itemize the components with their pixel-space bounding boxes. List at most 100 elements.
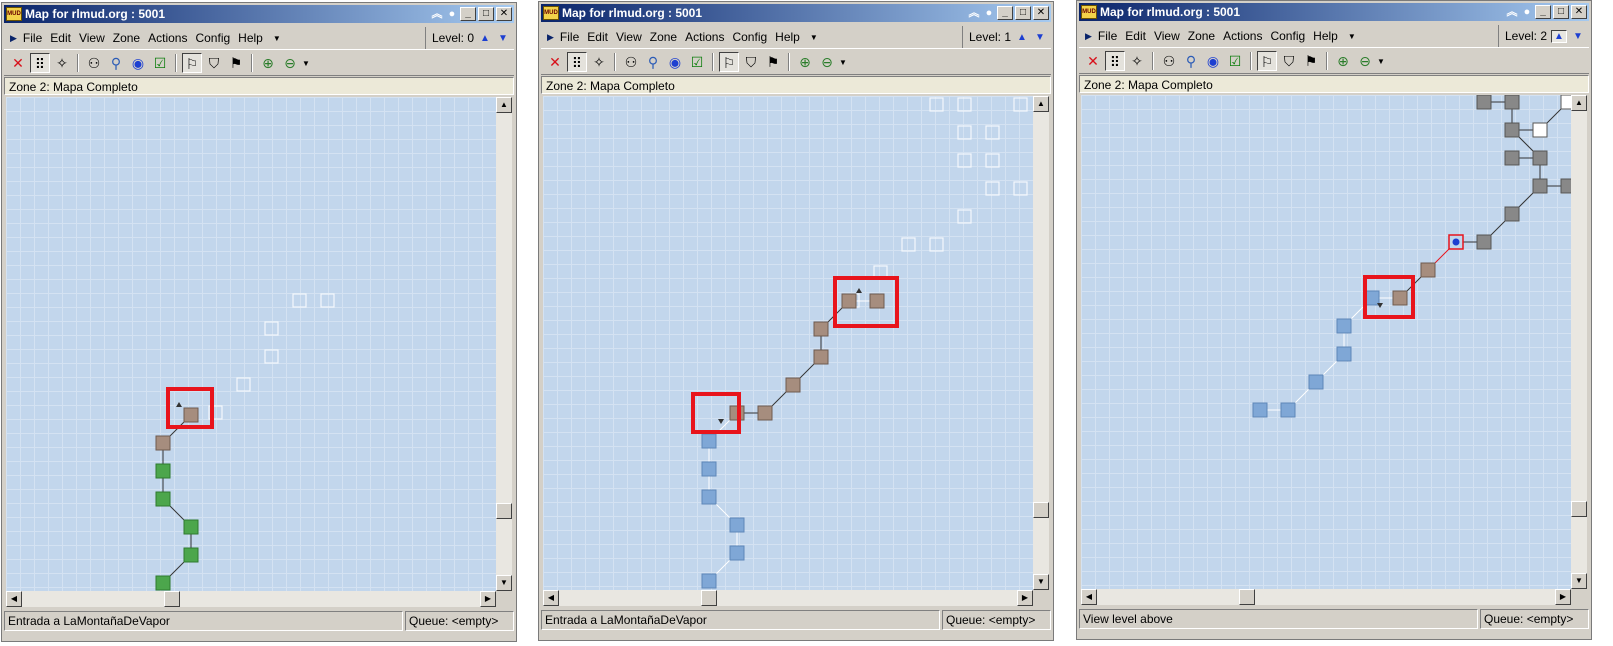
scroll-left-button[interactable]: ◀	[6, 591, 22, 607]
menu-config[interactable]: Config	[1270, 29, 1305, 43]
rollup-icon[interactable]: ︽	[1505, 5, 1519, 19]
menu-help[interactable]: Help	[238, 31, 263, 45]
zoom-chevron-down-icon[interactable]: ▼	[302, 59, 310, 68]
auto-map-icon[interactable]: ⠿	[1105, 51, 1125, 71]
zoom-out-icon[interactable]: ⊖	[280, 53, 300, 73]
level-down-icon[interactable]: ▼	[496, 33, 510, 44]
magic-wand-icon[interactable]: ✧	[52, 53, 72, 73]
horizontal-scrollbar[interactable]: ◀ ▶	[6, 591, 496, 607]
checkbox-icon[interactable]: ☑	[150, 53, 170, 73]
menu-file[interactable]: File	[23, 31, 42, 45]
horizontal-scroll-thumb[interactable]	[701, 590, 717, 606]
delete-icon[interactable]: ✕	[545, 52, 565, 72]
minimize-button[interactable]: _	[460, 7, 476, 21]
menu-actions[interactable]: Actions	[685, 30, 724, 44]
zoom-out-icon[interactable]: ⊖	[1355, 51, 1375, 71]
title-bar[interactable]: MUD Map for rlmud.org : 5001 ︽ ● _ □ ✕	[541, 4, 1051, 22]
walk-mode-icon[interactable]: ⚐	[1257, 51, 1277, 71]
menu-overflow-chevron-icon[interactable]: ▼	[273, 34, 281, 43]
auto-map-icon[interactable]: ⠿	[567, 52, 587, 72]
menu-edit[interactable]: Edit	[50, 31, 71, 45]
auto-map-icon[interactable]: ⠿	[30, 53, 50, 73]
menu-config[interactable]: Config	[195, 31, 230, 45]
maximize-button[interactable]: □	[1553, 5, 1569, 19]
menu-view[interactable]: View	[616, 30, 642, 44]
vertical-scrollbar[interactable]: ▲ ▼	[1033, 96, 1049, 590]
vertical-scroll-thumb[interactable]	[496, 503, 512, 519]
map-canvas[interactable]	[543, 96, 1033, 590]
menu-file[interactable]: File	[1098, 29, 1117, 43]
map-canvas[interactable]	[6, 97, 496, 591]
zoom-out-icon[interactable]: ⊖	[817, 52, 837, 72]
menu-overflow-chevron-icon[interactable]: ▼	[1348, 32, 1356, 41]
maximize-button[interactable]: □	[478, 7, 494, 21]
globe-icon[interactable]: ◉	[1203, 51, 1223, 71]
menu-edit[interactable]: Edit	[1125, 29, 1146, 43]
walker-icon[interactable]: ⚑	[763, 52, 783, 72]
scroll-left-button[interactable]: ◀	[543, 590, 559, 606]
rollup-icon[interactable]: ︽	[967, 6, 981, 20]
zoom-chevron-down-icon[interactable]: ▼	[1377, 57, 1385, 66]
pin-icon[interactable]: ●	[1520, 5, 1534, 19]
menu-config[interactable]: Config	[732, 30, 767, 44]
level-up-icon[interactable]: ▲	[1551, 29, 1567, 43]
binoculars-icon[interactable]: ⚇	[1159, 51, 1179, 71]
title-bar[interactable]: MUD Map for rlmud.org : 5001 ︽ ● _ □ ✕	[1079, 3, 1589, 21]
map-drawing[interactable]	[543, 96, 1033, 590]
checkbox-icon[interactable]: ☑	[687, 52, 707, 72]
globe-icon[interactable]: ◉	[665, 52, 685, 72]
menu-view[interactable]: View	[79, 31, 105, 45]
run-shield-icon[interactable]: ⛉	[204, 53, 224, 73]
walker-icon[interactable]: ⚑	[226, 53, 246, 73]
vertical-scroll-thumb[interactable]	[1033, 502, 1049, 518]
horizontal-scrollbar[interactable]: ◀ ▶	[1081, 589, 1571, 605]
binoculars-icon[interactable]: ⚇	[621, 52, 641, 72]
globe-icon[interactable]: ◉	[128, 53, 148, 73]
level-down-icon[interactable]: ▼	[1033, 32, 1047, 43]
level-down-icon[interactable]: ▼	[1571, 31, 1585, 42]
pin-icon[interactable]: ●	[445, 7, 459, 21]
close-button[interactable]: ✕	[496, 7, 512, 21]
zoom-in-icon[interactable]: ⊕	[258, 53, 278, 73]
vertical-scrollbar[interactable]: ▲ ▼	[1571, 95, 1587, 589]
delete-icon[interactable]: ✕	[8, 53, 28, 73]
menu-actions[interactable]: Actions	[148, 31, 187, 45]
scroll-up-button[interactable]: ▲	[1571, 95, 1587, 111]
walk-mode-icon[interactable]: ⚐	[182, 53, 202, 73]
zoom-in-icon[interactable]: ⊕	[1333, 51, 1353, 71]
menu-help[interactable]: Help	[775, 30, 800, 44]
pin-icon[interactable]: ●	[982, 6, 996, 20]
scroll-up-button[interactable]: ▲	[496, 97, 512, 113]
horizontal-scroll-thumb[interactable]	[164, 591, 180, 607]
map-drawing[interactable]	[1081, 95, 1571, 589]
walker-icon[interactable]: ⚑	[1301, 51, 1321, 71]
find-magnifier-icon[interactable]: ⚲	[106, 53, 126, 73]
title-bar[interactable]: MUD Map for rlmud.org : 5001 ︽ ● _ □ ✕	[4, 5, 514, 23]
scroll-left-button[interactable]: ◀	[1081, 589, 1097, 605]
scroll-right-button[interactable]: ▶	[1555, 589, 1571, 605]
scroll-up-button[interactable]: ▲	[1033, 96, 1049, 112]
close-button[interactable]: ✕	[1033, 6, 1049, 20]
close-button[interactable]: ✕	[1571, 5, 1587, 19]
horizontal-scrollbar[interactable]: ◀ ▶	[543, 590, 1033, 606]
menu-edit[interactable]: Edit	[587, 30, 608, 44]
scroll-right-button[interactable]: ▶	[1017, 590, 1033, 606]
scroll-down-button[interactable]: ▼	[1571, 573, 1587, 589]
magic-wand-icon[interactable]: ✧	[589, 52, 609, 72]
find-magnifier-icon[interactable]: ⚲	[1181, 51, 1201, 71]
horizontal-scroll-thumb[interactable]	[1239, 589, 1255, 605]
menu-help[interactable]: Help	[1313, 29, 1338, 43]
run-shield-icon[interactable]: ⛉	[741, 52, 761, 72]
menu-view[interactable]: View	[1154, 29, 1180, 43]
magic-wand-icon[interactable]: ✧	[1127, 51, 1147, 71]
checkbox-icon[interactable]: ☑	[1225, 51, 1245, 71]
walk-mode-icon[interactable]: ⚐	[719, 52, 739, 72]
menu-actions[interactable]: Actions	[1223, 29, 1262, 43]
vertical-scroll-thumb[interactable]	[1571, 501, 1587, 517]
binoculars-icon[interactable]: ⚇	[84, 53, 104, 73]
menu-zone[interactable]: Zone	[113, 31, 140, 45]
vertical-scrollbar[interactable]: ▲ ▼	[496, 97, 512, 591]
map-drawing[interactable]	[6, 97, 496, 591]
scroll-right-button[interactable]: ▶	[480, 591, 496, 607]
menu-zone[interactable]: Zone	[1188, 29, 1215, 43]
